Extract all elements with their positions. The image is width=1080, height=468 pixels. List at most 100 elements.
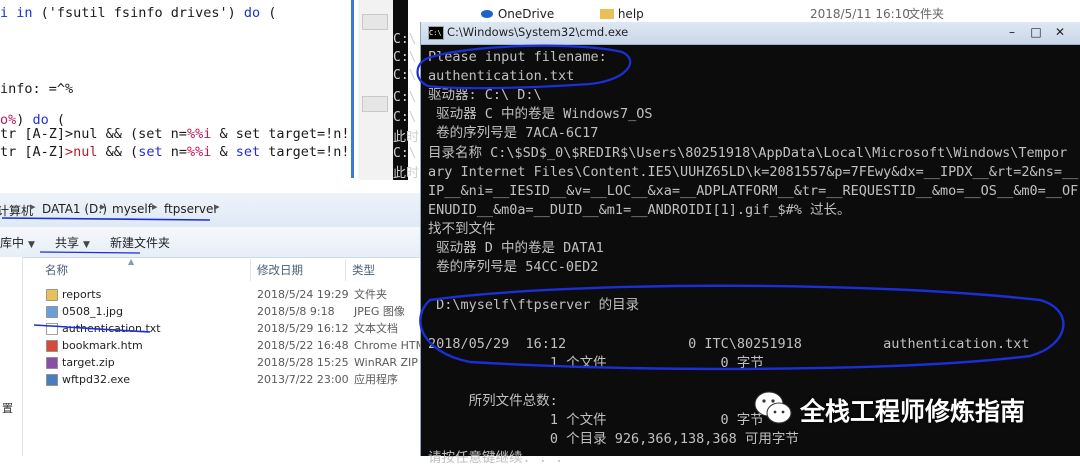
- code-token: %%i: [186, 126, 212, 142]
- help-folder-label: help: [617, 7, 644, 21]
- background-console-line: C:\: [393, 90, 417, 105]
- code-token: >nul: [65, 144, 98, 160]
- scroll-thumb[interactable]: [362, 14, 388, 30]
- help-folder-item[interactable]: help: [600, 5, 644, 23]
- file-explorer-window[interactable]: 计算机 ▸ DATA1 (D:) ▸ myself ▸ ftpserver ▸ …: [0, 193, 425, 456]
- breadcrumb-ftpserver[interactable]: ftpserver: [164, 202, 218, 216]
- scroll-thumb[interactable]: [362, 96, 388, 112]
- file-type: WinRAR ZIP 压: [354, 356, 425, 369]
- cmd-output-line: 找不到文件: [428, 221, 496, 237]
- cmd-app-icon: C:\: [428, 26, 444, 40]
- new-folder-button[interactable]: 新建文件夹: [110, 234, 170, 251]
- file-name: reports: [62, 288, 102, 301]
- minimize-button[interactable]: –: [1001, 24, 1023, 40]
- sort-indicator-icon: ▲: [128, 257, 135, 266]
- file-modified-date: 2018/5/28 15:25: [257, 356, 349, 369]
- column-divider[interactable]: [250, 259, 251, 281]
- cmd-output-line: ary Internet Files\Content.IE5\UUHZ65LD\…: [428, 164, 1079, 180]
- breadcrumb-myself[interactable]: myself: [112, 202, 152, 216]
- navigation-pane[interactable]: 置: [0, 257, 23, 456]
- cmd-output-line: 目录名称 C:\$SD$_0\$REDIR$\Users\80251918\Ap…: [428, 145, 1068, 161]
- cmd-output-line: 请按任意键继续. . .: [428, 450, 564, 466]
- background-console-line: C:\: [393, 32, 417, 47]
- breadcrumb-separator-icon[interactable]: ▸: [152, 200, 158, 213]
- code-line: i in ('fsutil fsinfo drives') do (: [0, 3, 276, 23]
- breadcrumb-separator-icon[interactable]: ▸: [100, 200, 106, 213]
- chevron-down-icon: ▼: [28, 240, 35, 250]
- cmd-output-line: ENUDID__&m0a=__DUID__&m1=__ANDROIDI[1].g…: [428, 202, 851, 218]
- cmd-output-line: 驱动器 D 中的卷是 DATA1: [428, 240, 604, 256]
- library-menu-label: 库中: [0, 236, 25, 250]
- onedrive-item[interactable]: OneDrive: [480, 5, 554, 23]
- file-name: 0508_1.jpg: [62, 305, 124, 318]
- code-editor[interactable]: i in ('fsutil fsinfo drives') do ( info:…: [0, 0, 358, 178]
- background-console-line: C:\: [393, 68, 417, 83]
- file-name: bookmark.htm: [62, 339, 143, 352]
- file-row[interactable]: reports 2018/5/24 19:29 文件夹: [24, 286, 425, 303]
- close-button[interactable]: ✕: [1049, 24, 1071, 40]
- code-token: && (: [97, 144, 139, 160]
- file-name: authentication.txt: [62, 322, 161, 335]
- file-row[interactable]: 0508_1.jpg 2018/5/8 9:18 JPEG 图像: [24, 303, 425, 320]
- watermark-text: 全栈工程师修炼指南: [800, 397, 1026, 426]
- address-bar[interactable]: 计算机 ▸ DATA1 (D:) ▸ myself ▸ ftpserver ▸: [0, 193, 425, 228]
- image-icon: [46, 306, 58, 318]
- new-folder-label: 新建文件夹: [110, 236, 171, 250]
- file-type: Chrome HTML: [354, 339, 425, 352]
- column-header-type[interactable]: 类型: [352, 259, 375, 281]
- editor-split-bar: [351, 0, 354, 178]
- cmd-output-line: 驱动器 C 中的卷是 Windows7_OS: [428, 106, 653, 122]
- breadcrumb-separator-icon[interactable]: ▸: [30, 200, 36, 213]
- chrome-icon: [46, 340, 58, 352]
- watermark: 全栈工程师修炼指南: [752, 382, 1072, 434]
- navigation-item[interactable]: 置: [2, 400, 13, 416]
- code-token: info: =^%: [0, 81, 74, 97]
- file-row[interactable]: authentication.txt 2018/5/29 16:12 文本文档: [24, 320, 425, 337]
- code-token: (: [260, 5, 277, 21]
- code-token: target=!n!: [260, 144, 350, 160]
- text-file-icon: [46, 323, 58, 335]
- onedrive-label: OneDrive: [497, 7, 555, 21]
- file-modified-date: 2018/5/8 9:18: [257, 305, 335, 318]
- file-modified-date: 2018/5/24 19:29: [257, 288, 349, 301]
- column-header-name[interactable]: 名称: [45, 259, 68, 281]
- file-row[interactable]: bookmark.htm 2018/5/22 16:48 Chrome HTML: [24, 337, 425, 354]
- cmd-output-line: IP__&ni=__IESID__&v=__LOC__&xa=__ADPLATF…: [428, 183, 1079, 199]
- background-console-line: C:\: [393, 146, 417, 161]
- code-token: set: [138, 144, 163, 160]
- breadcrumb-drive[interactable]: DATA1 (D:): [42, 202, 107, 216]
- code-token: & set target=!n!: [211, 126, 350, 142]
- file-row[interactable]: wftpd32.exe 2013/7/22 23:00 应用程序: [24, 371, 425, 388]
- code-line: info: =^%: [0, 79, 73, 99]
- file-row[interactable]: target.zip 2018/5/28 15:25 WinRAR ZIP 压: [24, 354, 425, 371]
- code-token: tr [A-Z]: [0, 144, 66, 160]
- help-folder-date: 2018/5/11 16:10: [810, 7, 910, 21]
- breadcrumb-computer[interactable]: 计算机: [0, 202, 33, 219]
- breadcrumb-separator-icon[interactable]: ▸: [214, 200, 220, 213]
- cmd-output-line: D:\myself\ftpserver 的目录: [428, 297, 640, 313]
- library-menu[interactable]: 库中 ▼: [0, 234, 35, 251]
- code-token: n=: [162, 144, 187, 160]
- column-divider[interactable]: [345, 259, 346, 281]
- zip-icon: [46, 357, 58, 369]
- file-modified-date: 2018/5/29 16:12: [257, 322, 349, 335]
- cmd-output-line: 1 个文件 0 字节: [428, 412, 764, 428]
- wechat-icon: [754, 391, 792, 424]
- folder-icon: [600, 9, 614, 19]
- code-line: tr [A-Z]>nul && (set n=%%i & set target=…: [0, 142, 350, 162]
- file-type: 应用程序: [354, 373, 398, 386]
- share-menu[interactable]: 共享 ▼: [55, 234, 90, 251]
- code-line: tr [A-Z]>nul && (set n=%%i & set target=…: [0, 124, 350, 144]
- code-token: in: [16, 5, 33, 21]
- code-token: ('fsutil fsinfo drives'): [32, 5, 244, 21]
- cmd-output-line: 1 个文件 0 字节: [428, 355, 764, 371]
- chevron-down-icon: ▼: [83, 240, 90, 250]
- background-console-line: C:\: [393, 110, 417, 125]
- maximize-button[interactable]: □: [1025, 24, 1047, 40]
- file-name: wftpd32.exe: [62, 373, 130, 386]
- file-type: 文件夹: [354, 288, 387, 301]
- cmd-output-line: 所列文件总数:: [428, 393, 558, 409]
- column-header-modified[interactable]: 修改日期: [257, 259, 303, 281]
- cmd-output-line: Please input filename:: [428, 49, 607, 65]
- cmd-title-bar[interactable]: C:\ C:\Windows\System32\cmd.exe – □ ✕: [421, 22, 1080, 45]
